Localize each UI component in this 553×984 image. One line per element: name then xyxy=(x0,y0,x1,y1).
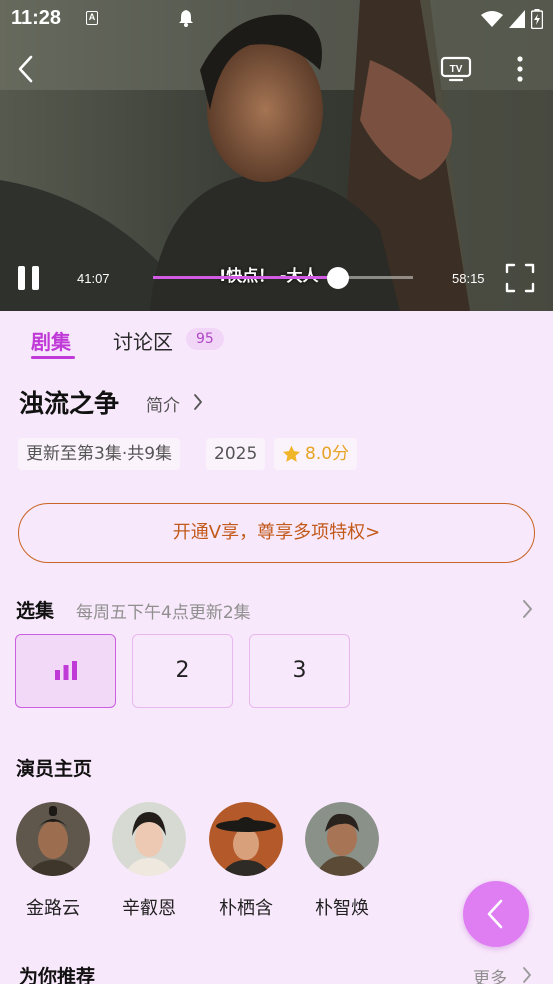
fullscreen-icon[interactable] xyxy=(505,263,535,293)
pause-icon[interactable] xyxy=(16,264,42,292)
total-time: 58:15 xyxy=(452,271,485,286)
chevron-right-icon[interactable] xyxy=(520,598,534,620)
avatar xyxy=(16,802,90,876)
battery-icon xyxy=(531,9,543,29)
chevron-left-icon xyxy=(487,899,503,929)
cast-name: 朴栖含 xyxy=(219,898,273,919)
progress-knob[interactable] xyxy=(326,267,349,289)
avatar xyxy=(209,802,283,876)
progress-slider[interactable] xyxy=(153,267,413,289)
floating-back-button[interactable] xyxy=(463,881,529,947)
episodes-heading: 选集 xyxy=(16,600,55,622)
star-icon xyxy=(282,445,301,462)
active-tab-indicator xyxy=(31,356,75,359)
show-title: 浊流之争 xyxy=(19,389,120,418)
tv-icon-label: TV xyxy=(450,64,463,75)
avatar xyxy=(305,802,379,876)
cast-member[interactable]: 朴栖含 xyxy=(208,802,284,920)
tab-episodes[interactable]: 剧集 xyxy=(31,326,71,355)
status-bar: 11:28 A xyxy=(0,0,553,38)
progress-fill xyxy=(153,276,338,279)
back-icon[interactable] xyxy=(14,54,40,84)
cast-member[interactable]: 金路云 xyxy=(15,802,91,920)
signal-icon xyxy=(509,10,525,28)
episodes-schedule-note: 每周五下午4点更新2集 xyxy=(76,603,251,623)
content-tabs: 剧集 讨论区 95 xyxy=(0,311,553,367)
notification-icon xyxy=(179,10,193,27)
discussion-count-badge: 95 xyxy=(186,328,224,350)
chevron-right-icon[interactable] xyxy=(521,965,533,984)
video-subtitle: !快点！ -大人 xyxy=(219,262,319,286)
chevron-right-icon[interactable] xyxy=(192,392,204,412)
now-playing-icon xyxy=(54,661,77,680)
tv-icon: TV xyxy=(440,56,472,82)
vip-upgrade-button[interactable]: 开通V享，尊享多项特权> xyxy=(18,503,535,563)
score-value: 8.0分 xyxy=(305,444,350,464)
cast-member[interactable]: 辛叡恩 xyxy=(111,802,187,920)
avatar xyxy=(112,802,186,876)
cast-heading: 演员主页 xyxy=(16,758,93,780)
wifi-icon xyxy=(481,11,503,27)
episode-button-2[interactable]: 2 xyxy=(132,634,233,708)
more-icon[interactable] xyxy=(510,54,530,84)
input-method-icon: A xyxy=(86,11,98,25)
video-player[interactable]: 11:28 A TV 41:07 58:15 xyxy=(0,0,553,311)
cast-to-tv-button[interactable]: TV xyxy=(440,56,472,82)
cast-name: 朴智焕 xyxy=(315,898,369,919)
status-time: 11:28 xyxy=(11,7,62,29)
year-tag: 2025 xyxy=(206,438,266,470)
current-time: 41:07 xyxy=(77,271,110,286)
episode-button-1[interactable] xyxy=(15,634,116,708)
tab-discussion[interactable]: 讨论区 xyxy=(113,326,173,355)
cast-name: 金路云 xyxy=(26,898,80,919)
recommend-heading: 为你推荐 xyxy=(19,966,96,984)
intro-link[interactable]: 简介 xyxy=(146,391,180,416)
recommend-more-link[interactable]: 更多 xyxy=(473,964,507,984)
update-status-tag: 更新至第3集·共9集 xyxy=(18,438,181,470)
score-tag: 8.0分 xyxy=(274,438,358,470)
cast-member[interactable]: 朴智焕 xyxy=(304,802,380,920)
cast-name: 辛叡恩 xyxy=(122,898,176,919)
episode-button-3[interactable]: 3 xyxy=(249,634,350,708)
